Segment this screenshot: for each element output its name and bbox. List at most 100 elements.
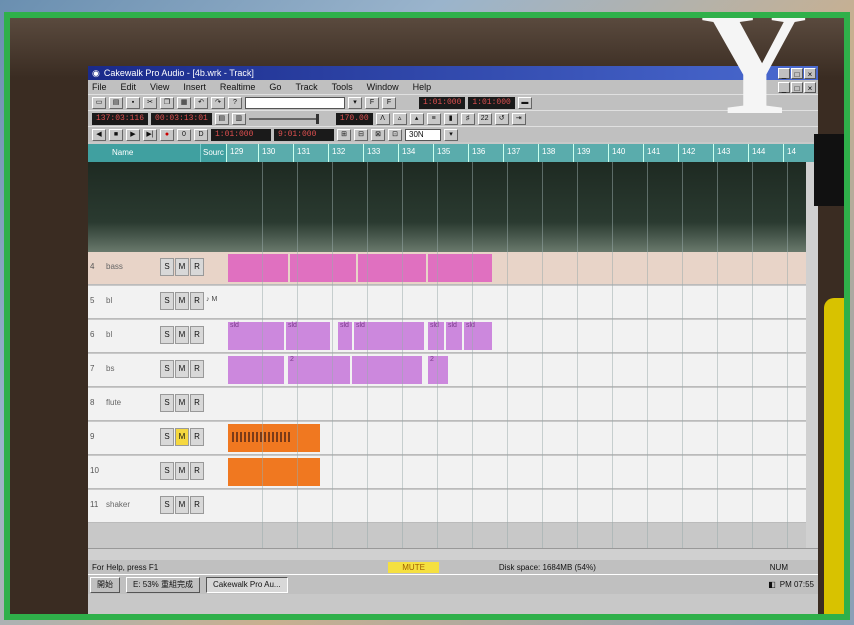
redo-icon[interactable]: ↷ <box>211 96 225 109</box>
solo-button[interactable]: S <box>160 394 174 412</box>
mute-button[interactable]: M <box>175 258 189 276</box>
taskbar-item-defrag[interactable]: E: 53% 重組完成 <box>126 576 201 593</box>
clip[interactable]: sld <box>228 322 284 350</box>
clip[interactable]: sld <box>354 322 424 350</box>
track-row-4[interactable]: 4 bass S M R <box>88 252 818 285</box>
record-arm-button[interactable]: R <box>190 496 204 514</box>
track-name[interactable]: bass <box>106 262 123 271</box>
rewind-icon[interactable]: ◀ <box>92 128 106 141</box>
mute-button[interactable]: M <box>175 462 189 480</box>
track-row-9[interactable]: 9 S M R <box>88 422 818 455</box>
solo-button[interactable]: S <box>160 360 174 378</box>
clip[interactable]: 2 <box>428 356 448 384</box>
paste-icon[interactable]: ▦ <box>177 96 191 109</box>
record-arm-button[interactable]: R <box>190 258 204 276</box>
event-combo[interactable] <box>245 96 345 109</box>
zoom-select[interactable]: 30N <box>405 128 441 141</box>
taskbar-item-cakewalk[interactable]: Cakewalk Pro Au... <box>206 576 288 593</box>
record-arm-button[interactable]: R <box>190 292 204 310</box>
tempo-half-icon[interactable]: ▵ <box>392 112 407 125</box>
clip[interactable]: 2 <box>288 356 350 384</box>
clip[interactable]: sld <box>446 322 462 350</box>
menu-insert[interactable]: Insert <box>181 82 208 92</box>
track-name[interactable]: shaker <box>106 500 130 509</box>
stop-icon[interactable]: ■ <box>109 128 123 141</box>
record-arm-button[interactable]: R <box>190 326 204 344</box>
copy-icon[interactable]: ❐ <box>160 96 174 109</box>
audio-clip[interactable] <box>228 424 320 452</box>
clip[interactable]: sld <box>428 322 444 350</box>
track-name[interactable]: bl <box>106 330 112 339</box>
clip[interactable] <box>290 254 356 282</box>
mute-button[interactable]: M <box>175 360 189 378</box>
track-row-6[interactable]: 6 bl S M R sld sld sld sld sld sld sld <box>88 320 818 353</box>
menu-view[interactable]: View <box>148 82 171 92</box>
track-name[interactable]: bs <box>106 364 114 373</box>
set-time-icon[interactable]: ▬ <box>517 96 532 109</box>
name-column-header[interactable]: Name <box>88 144 200 162</box>
horizontal-scrollbar[interactable] <box>88 548 818 560</box>
save-file-icon[interactable]: ▪ <box>126 96 140 109</box>
track-source[interactable]: ♪ M <box>206 296 217 303</box>
mute-button[interactable]: M <box>175 292 189 310</box>
step-icon[interactable]: 0 <box>177 128 191 141</box>
clock[interactable]: PM 07:55 <box>780 580 814 589</box>
record-arm-button[interactable]: R <box>190 394 204 412</box>
solo-button[interactable]: S <box>160 462 174 480</box>
record-arm-button[interactable]: R <box>190 428 204 446</box>
clip[interactable]: sld <box>464 322 492 350</box>
key-icon[interactable]: ♯ <box>460 112 475 125</box>
mute-button[interactable]: M <box>175 394 189 412</box>
clip[interactable] <box>428 254 492 282</box>
play-icon[interactable]: ▶ <box>126 128 140 141</box>
menu-edit[interactable]: Edit <box>119 82 139 92</box>
record-mode-icon[interactable]: 22 <box>477 112 492 125</box>
volume-icon[interactable]: ◧ <box>768 580 776 589</box>
metronome-icon[interactable]: ≡ <box>426 112 441 125</box>
dropdown-arrow-icon[interactable]: ▾ <box>348 96 362 109</box>
audio-clip[interactable] <box>228 458 320 486</box>
track-row-8[interactable]: 8 flute S M R <box>88 388 818 421</box>
close-button[interactable]: × <box>804 67 816 79</box>
menu-go[interactable]: Go <box>267 82 283 92</box>
undo-icon[interactable]: ↶ <box>194 96 208 109</box>
menu-file[interactable]: File <box>90 82 109 92</box>
loop-icon[interactable]: ↺ <box>494 112 509 125</box>
track-name[interactable]: flute <box>106 398 121 407</box>
tempo-icon[interactable]: Λ <box>375 112 390 125</box>
marker-icon-b[interactable]: ⊟ <box>354 128 368 141</box>
position-slider[interactable] <box>248 113 319 124</box>
tempo-double-icon[interactable]: ▴ <box>409 112 424 125</box>
marker-icon-c[interactable]: ⊠ <box>371 128 385 141</box>
from-icon[interactable]: D <box>194 128 208 141</box>
solo-button[interactable]: S <box>160 496 174 514</box>
new-file-icon[interactable]: ▭ <box>92 96 106 109</box>
menu-help[interactable]: Help <box>411 82 434 92</box>
marker-icon-d[interactable]: ⊡ <box>388 128 402 141</box>
solo-button[interactable]: S <box>160 428 174 446</box>
clip[interactable] <box>358 254 426 282</box>
help-icon[interactable]: ? <box>228 96 242 109</box>
record-icon[interactable]: ● <box>160 128 174 141</box>
menu-tools[interactable]: Tools <box>330 82 355 92</box>
filter-icon-a[interactable]: F <box>365 96 379 109</box>
marker-icon-a[interactable]: ⊞ <box>337 128 351 141</box>
track-name[interactable]: bl <box>106 296 112 305</box>
mute-button[interactable]: M <box>175 496 189 514</box>
mute-button[interactable]: M <box>175 428 189 446</box>
clip[interactable]: sld <box>338 322 352 350</box>
start-button[interactable]: 開始 <box>90 576 120 593</box>
punch-icon[interactable]: ⇥ <box>511 112 526 125</box>
cut-icon[interactable]: ✂ <box>143 96 157 109</box>
doc-close-button[interactable]: × <box>804 81 816 93</box>
track-row-5[interactable]: 5 bl S M R ♪ M <box>88 286 818 319</box>
meter-icon[interactable]: ▮ <box>443 112 458 125</box>
track-row-7[interactable]: 7 bs S M R 2 2 <box>88 354 818 387</box>
solo-button[interactable]: S <box>160 292 174 310</box>
solo-button[interactable]: S <box>160 326 174 344</box>
menu-track[interactable]: Track <box>293 82 319 92</box>
solo-button[interactable]: S <box>160 258 174 276</box>
clip[interactable] <box>228 356 284 384</box>
track-row-11[interactable]: 11 shaker S M R <box>88 490 818 523</box>
record-arm-button[interactable]: R <box>190 360 204 378</box>
